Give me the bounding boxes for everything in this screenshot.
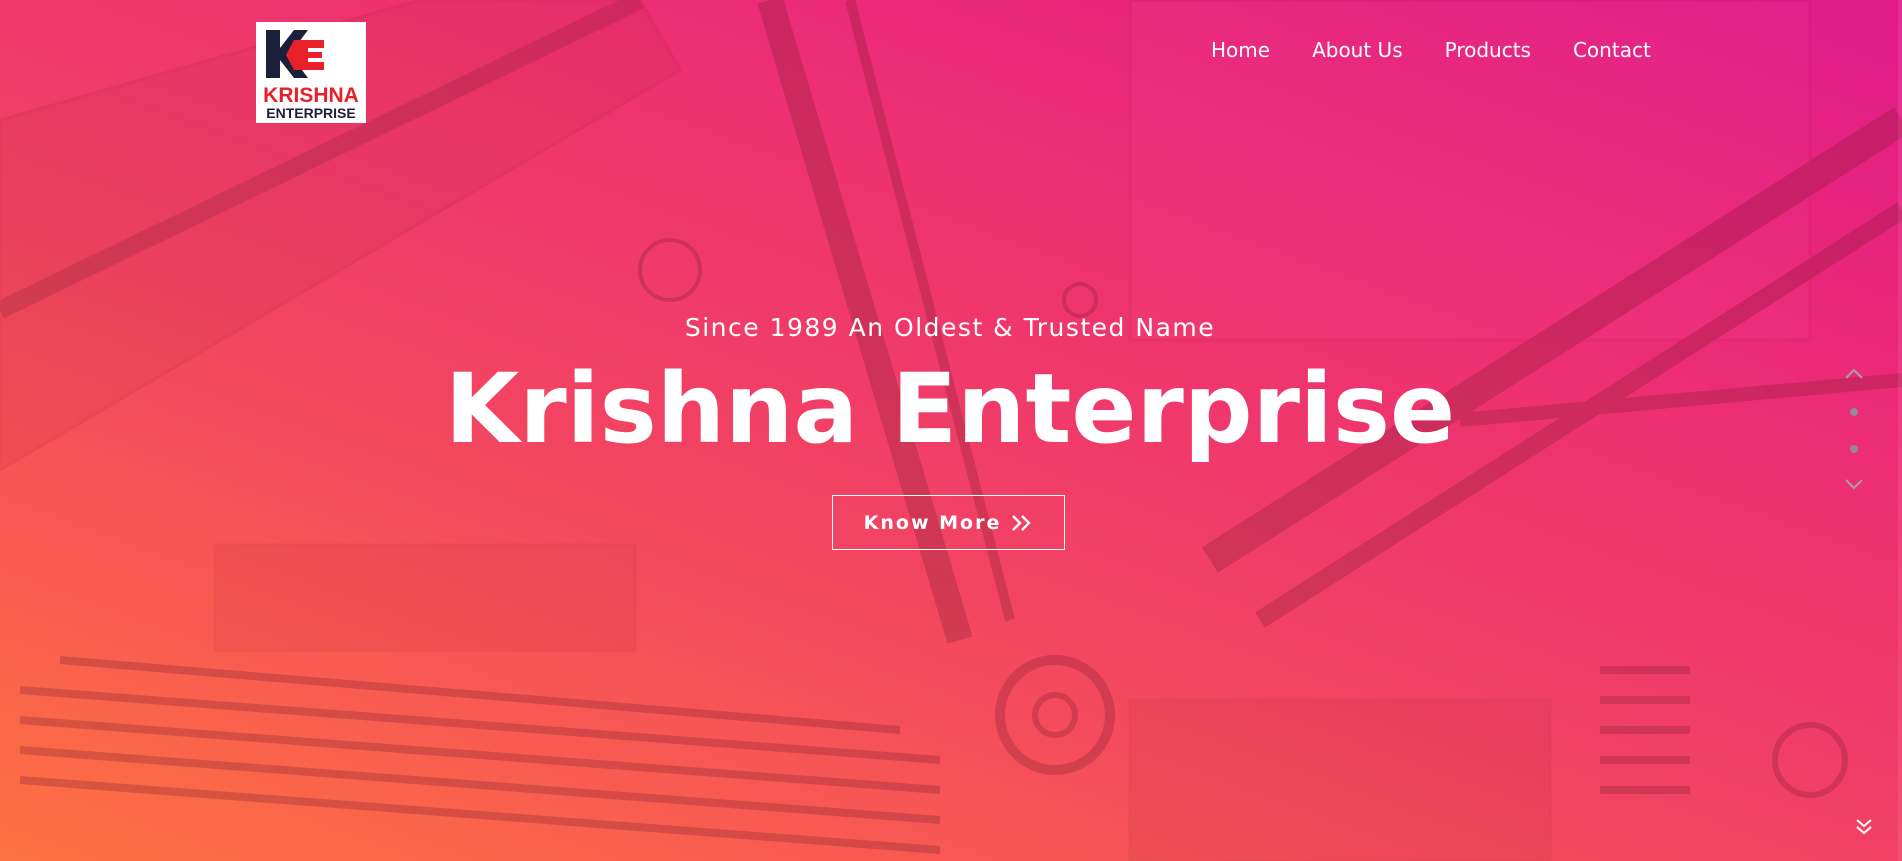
hero-section: KRISHNA ENTERPRISE Home About Us Product…	[0, 0, 1902, 861]
chevron-down-icon	[1845, 479, 1863, 490]
slide-dot-1[interactable]	[1850, 408, 1858, 416]
double-chevron-down-icon	[1856, 819, 1872, 835]
logo-text-line1: KRISHNA	[263, 84, 359, 107]
page-scrollbar[interactable]	[1898, 0, 1902, 861]
slide-prev-button[interactable]	[1842, 364, 1866, 384]
nav-item-products[interactable]: Products	[1445, 38, 1531, 62]
slide-dot-2[interactable]	[1850, 445, 1858, 453]
nav-item-about-us[interactable]: About Us	[1312, 38, 1403, 62]
nav-item-contact[interactable]: Contact	[1573, 38, 1651, 62]
chevron-up-icon	[1845, 368, 1863, 379]
brand-logo[interactable]: KRISHNA ENTERPRISE	[256, 22, 366, 123]
slide-next-button[interactable]	[1842, 474, 1866, 494]
hero-subtitle: Since 1989 An Oldest & Trusted Name	[684, 313, 1216, 342]
nav-item-home[interactable]: Home	[1211, 38, 1270, 62]
know-more-label: Know More	[863, 511, 1002, 534]
double-chevron-right-icon	[1011, 514, 1033, 532]
main-nav: Home About Us Products Contact	[1211, 38, 1693, 62]
logo-mark-icon	[266, 30, 324, 78]
logo-text-line2: ENTERPRISE	[266, 105, 356, 121]
hero-title: Krishna Enterprise	[444, 353, 1456, 465]
scroll-down-button[interactable]	[1853, 816, 1875, 838]
slider-navigation	[1842, 364, 1866, 496]
know-more-button[interactable]: Know More	[832, 495, 1065, 550]
